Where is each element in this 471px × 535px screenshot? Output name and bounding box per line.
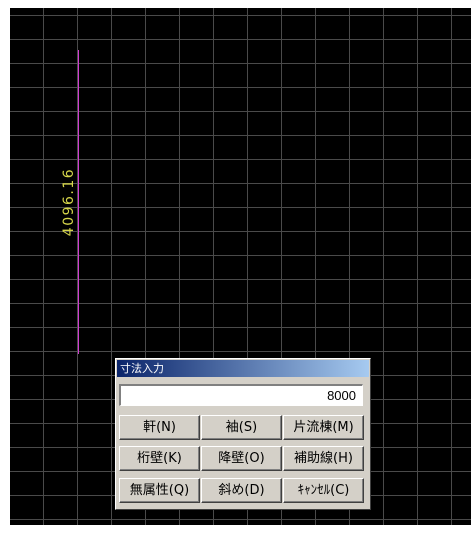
girder-wall-button[interactable]: 桁壁(K) [119,446,200,471]
dimension-value-input[interactable]: 8000 [119,384,363,406]
eaves-button[interactable]: 軒(N) [119,415,200,440]
drop-wall-button[interactable]: 降壁(O) [201,446,282,471]
shed-ridge-button[interactable]: 片流棟(M) [283,415,364,440]
dialog-title[interactable]: 寸法入力 [117,360,369,377]
auxiliary-line-button[interactable]: 補助線(H) [283,446,364,471]
cancel-button[interactable]: ｷｬﾝｾﾙ(C) [283,478,364,503]
gable-button[interactable]: 袖(S) [201,415,282,440]
dimension-line[interactable] [78,50,79,354]
dimension-label: 4096.16 [61,167,77,237]
no-attribute-button[interactable]: 無属性(Q) [119,478,200,503]
diagonal-button[interactable]: 斜め(D) [201,478,282,503]
dimension-input-dialog: 寸法入力 8000 軒(N) 袖(S) 片流棟(M) 桁壁(K) 降壁(O) 補… [115,358,371,510]
